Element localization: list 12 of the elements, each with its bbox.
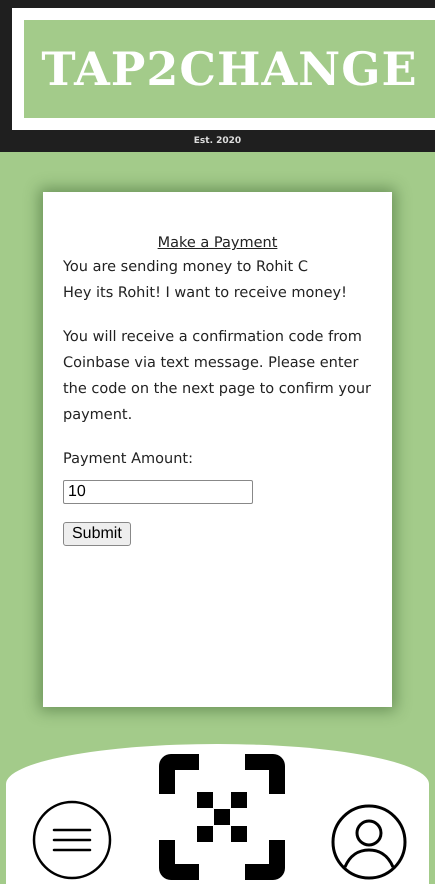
qr-scan-icon[interactable]: [158, 754, 284, 880]
amount-label: Payment Amount:: [63, 450, 194, 469]
profile-icon[interactable]: [331, 804, 407, 880]
submit-button[interactable]: Submit: [63, 522, 131, 546]
amount-field[interactable]: 10: [63, 480, 253, 504]
message-line: Hey its Rohit! I want to receive money!: [63, 284, 348, 303]
message-line: You are sending money to Rohit C: [63, 258, 309, 277]
tagline: Est. 2020: [194, 136, 242, 146]
card-title: Make a Payment: [156, 234, 278, 253]
logo: TAP2CHANGE: [24, 20, 435, 118]
menu-icon[interactable]: [32, 800, 112, 880]
notice-text: You will receive a confirmation code from Coinbase via text message. Please enter the code on the next page to confirm your payment.: [63, 328, 372, 425]
